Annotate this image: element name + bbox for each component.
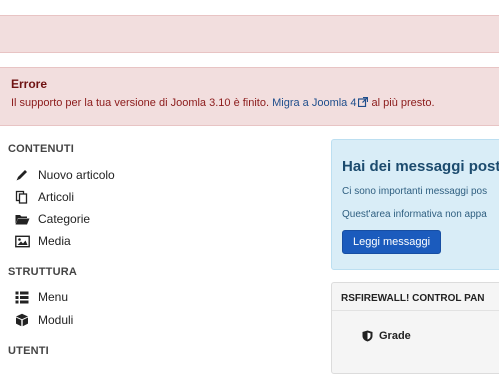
sidebar-item-label: Articoli — [38, 190, 75, 204]
shield-icon — [362, 330, 373, 342]
copy-icon — [14, 189, 30, 205]
sidebar-item-nuovo-articolo[interactable]: Nuovo articolo — [14, 165, 115, 185]
grade-label: Grade — [379, 330, 411, 342]
sidebar-item-label: Media — [38, 234, 71, 248]
read-messages-button[interactable]: Leggi messaggi — [342, 230, 442, 254]
alert-banner-top — [0, 15, 499, 53]
section-title-struttura: STRUTTURA — [8, 266, 78, 278]
panel-divider — [332, 310, 499, 311]
grade-row: Grade — [362, 330, 411, 342]
rsfirewall-panel-heading: RSFIREWALL! CONTROL PAN — [341, 293, 485, 304]
sidebar-item-articoli[interactable]: Articoli — [14, 187, 74, 207]
rsfirewall-panel: RSFIREWALL! CONTROL PAN Grade — [331, 282, 499, 374]
migrate-joomla-link[interactable]: Migra a Joomla 4 — [272, 96, 369, 110]
sidebar-item-label: Categorie — [38, 212, 91, 226]
image-icon — [14, 233, 30, 249]
migrate-link-label: Migra a Joomla 4 — [272, 97, 357, 109]
folder-icon — [14, 211, 30, 227]
list-icon — [14, 289, 30, 305]
sidebar-item-categorie[interactable]: Categorie — [14, 209, 90, 229]
messages-panel-text-2: Quest'area informativa non appa — [342, 209, 487, 220]
sidebar-item-media[interactable]: Media — [14, 231, 71, 251]
pencil-icon — [14, 167, 30, 183]
sidebar-item-label: Nuovo articolo — [38, 168, 115, 182]
messages-panel-heading: Hai dei messaggi post — [342, 158, 499, 175]
error-message-tail: al più presto. — [368, 97, 435, 109]
section-title-utenti: UTENTI — [8, 345, 49, 357]
sidebar-item-menu[interactable]: Menu — [14, 287, 68, 307]
sidebar-item-label: Menu — [38, 290, 69, 304]
error-alert-message: Il supporto per la tua versione di Jooml… — [11, 96, 435, 110]
post-install-messages-panel: Hai dei messaggi post Ci sono importanti… — [331, 139, 499, 270]
section-title-contenuti: CONTENUTI — [8, 143, 74, 155]
sidebar-item-label: Moduli — [38, 313, 74, 327]
error-alert-title: Errore — [11, 77, 48, 91]
messages-panel-text-1: Ci sono importanti messaggi pos — [342, 186, 488, 197]
error-message-text: Il supporto per la tua versione di Jooml… — [11, 97, 273, 109]
external-link-icon — [358, 96, 369, 110]
cube-icon — [14, 312, 30, 328]
error-alert: Errore Il supporto per la tua versione d… — [0, 67, 499, 126]
sidebar-item-moduli[interactable]: Moduli — [14, 310, 73, 330]
